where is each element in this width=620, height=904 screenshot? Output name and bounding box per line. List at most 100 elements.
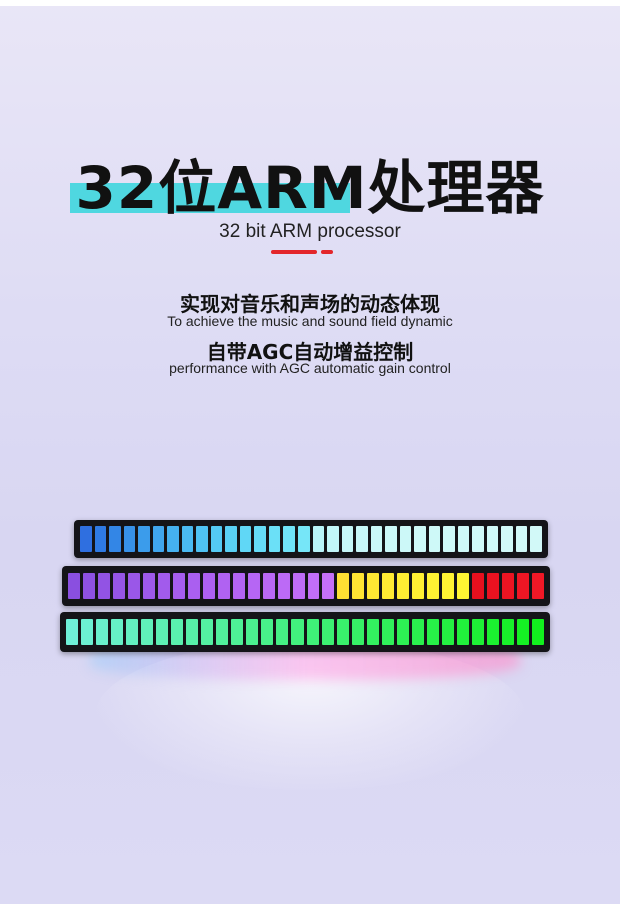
light-segment xyxy=(111,619,124,645)
light-segment xyxy=(187,573,200,599)
light-segment xyxy=(472,573,485,599)
light-segment xyxy=(80,526,92,552)
light-segment xyxy=(457,573,470,599)
light-segment xyxy=(109,526,121,552)
light-segment xyxy=(231,619,244,645)
light-segment xyxy=(412,573,425,599)
light-segment xyxy=(152,526,165,552)
light-bar-segments xyxy=(66,619,544,645)
light-segment xyxy=(172,573,185,599)
light-segment xyxy=(261,619,274,645)
page-title: 32位ARM处理器 xyxy=(75,154,545,222)
light-segment xyxy=(472,526,484,552)
light-segment xyxy=(502,573,515,599)
light-segment xyxy=(428,526,441,552)
light-segment xyxy=(292,573,305,599)
light-segment xyxy=(123,526,136,552)
light-segment xyxy=(126,619,139,645)
light-segment xyxy=(97,573,110,599)
light-segment xyxy=(486,526,499,552)
light-segment xyxy=(157,573,170,599)
light-segment xyxy=(414,526,426,552)
red-underline-short xyxy=(321,250,333,254)
light-segment xyxy=(427,573,440,599)
light-segment xyxy=(321,619,334,645)
light-segment xyxy=(112,573,125,599)
light-segment xyxy=(196,526,208,552)
light-segment xyxy=(210,526,223,552)
light-segment xyxy=(186,619,199,645)
light-segment xyxy=(397,573,410,599)
light-segment xyxy=(457,526,470,552)
light-bar-segments xyxy=(80,526,542,552)
light-segment xyxy=(456,619,469,645)
light-segment xyxy=(81,619,94,645)
light-segment xyxy=(216,619,229,645)
light-segment xyxy=(487,573,500,599)
feature-2-en: performance with AGC automatic gain cont… xyxy=(169,360,451,376)
light-segment xyxy=(366,619,379,645)
light-segment xyxy=(239,526,252,552)
light-segment xyxy=(443,526,455,552)
light-segment xyxy=(202,573,215,599)
light-segment xyxy=(396,619,409,645)
light-segment xyxy=(167,526,179,552)
light-segment xyxy=(297,526,310,552)
top-border-line xyxy=(0,0,620,6)
light-segment xyxy=(327,526,339,552)
light-segment xyxy=(517,573,530,599)
red-underline-long xyxy=(271,250,317,254)
light-segment xyxy=(442,573,455,599)
light-segment xyxy=(68,573,80,599)
light-segment xyxy=(501,619,514,645)
light-segment xyxy=(356,526,368,552)
light-segment xyxy=(367,573,380,599)
light-segment xyxy=(217,573,230,599)
light-segment xyxy=(441,619,454,645)
light-segment xyxy=(254,526,266,552)
light-segment xyxy=(138,526,150,552)
light-segment xyxy=(312,526,325,552)
light-segment xyxy=(411,619,424,645)
light-segment xyxy=(142,573,155,599)
page-subtitle: 32 bit ARM processor xyxy=(219,221,401,242)
light-segment xyxy=(66,619,79,645)
light-segment xyxy=(247,573,260,599)
light-segment xyxy=(381,619,394,645)
light-segment xyxy=(276,619,289,645)
light-segment xyxy=(268,526,281,552)
light-segment xyxy=(307,573,320,599)
light-segment xyxy=(516,619,529,645)
light-bar-purple-yellow-red xyxy=(62,566,550,606)
light-segment xyxy=(341,526,354,552)
light-segment xyxy=(337,573,350,599)
light-segment xyxy=(426,619,439,645)
light-segment xyxy=(501,526,513,552)
light-segment xyxy=(382,573,395,599)
light-segment xyxy=(127,573,140,599)
light-segment xyxy=(141,619,154,645)
light-segment xyxy=(225,526,237,552)
light-segment xyxy=(201,619,214,645)
light-segment xyxy=(336,619,349,645)
light-bar-segments xyxy=(68,573,544,599)
light-segment xyxy=(181,526,194,552)
light-segment xyxy=(530,526,542,552)
light-segment xyxy=(232,573,245,599)
light-bar-blue-cyan xyxy=(74,520,548,558)
light-segment xyxy=(246,619,259,645)
light-segment xyxy=(283,526,295,552)
light-segment xyxy=(399,526,412,552)
light-segment xyxy=(370,526,383,552)
light-segment xyxy=(96,619,109,645)
light-segment xyxy=(385,526,397,552)
light-segment xyxy=(471,619,484,645)
light-segment xyxy=(94,526,107,552)
light-segment xyxy=(532,573,544,599)
light-segment xyxy=(322,573,335,599)
light-segment xyxy=(262,573,275,599)
light-segment xyxy=(156,619,169,645)
light-segment xyxy=(277,573,290,599)
light-segment xyxy=(515,526,528,552)
light-segment xyxy=(306,619,319,645)
